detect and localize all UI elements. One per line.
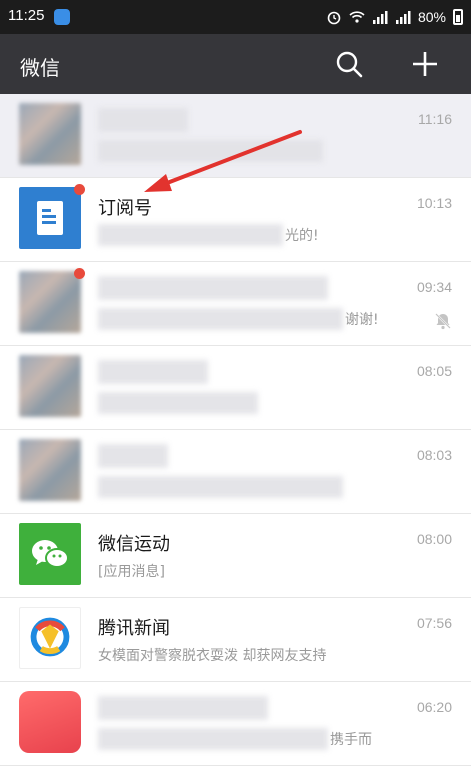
- chat-row[interactable]: 08:03: [0, 430, 471, 514]
- alarm-icon: [327, 11, 341, 25]
- chat-name: 微信运动: [98, 534, 170, 555]
- avatar: [19, 355, 81, 417]
- blurred-content: [98, 392, 258, 414]
- chat-time: 09:34: [416, 279, 452, 295]
- avatar: [19, 691, 81, 753]
- avatar: [19, 271, 81, 333]
- signal-4g-icon: [395, 11, 411, 24]
- blurred-content: [98, 308, 343, 330]
- chat-row[interactable]: 微信运动 [应用消息] 08:00: [0, 514, 471, 598]
- chat-time: 06:20: [416, 699, 452, 715]
- status-bar: 11:25 80%: [0, 0, 471, 34]
- avatar: [19, 103, 81, 165]
- chat-preview: 携手而: [330, 732, 372, 748]
- annotation-arrow: [144, 130, 302, 192]
- blurred-content: [98, 444, 168, 468]
- app-bar: 微信: [0, 34, 471, 94]
- chat-time: 08:05: [416, 363, 452, 379]
- blurred-content: [98, 224, 283, 246]
- status-time: 11:25: [8, 7, 45, 24]
- chat-name: 腾讯新闻: [98, 618, 170, 639]
- document-icon: [37, 201, 63, 235]
- chat-row[interactable]: 谢谢! 09:34: [0, 262, 471, 346]
- chat-preview: 光的!: [285, 228, 319, 244]
- wifi-icon: [349, 11, 365, 23]
- tencent-news-avatar: [19, 607, 81, 669]
- blurred-content: [98, 728, 328, 750]
- mute-icon: [435, 313, 451, 330]
- chat-row[interactable]: 08:05: [0, 346, 471, 430]
- chat-time: 10:13: [416, 195, 452, 211]
- wechat-bubbles-icon: [32, 540, 69, 568]
- plus-icon[interactable]: [411, 50, 439, 78]
- unread-dot: [74, 268, 85, 279]
- chat-preview: 谢谢!: [345, 312, 379, 328]
- blurred-content: [98, 360, 208, 384]
- battery-percent: 80%: [417, 9, 446, 25]
- chat-time: 08:03: [416, 447, 452, 463]
- app-title: 微信: [20, 56, 60, 80]
- chat-time: 07:56: [416, 615, 452, 631]
- unread-dot: [74, 184, 85, 195]
- chat-preview: [应用消息]: [98, 564, 165, 580]
- chat-row[interactable]: 腾讯新闻 女模面对警察脱衣耍泼 却获网友支持 07:56: [0, 598, 471, 682]
- subscription-avatar: [19, 187, 81, 249]
- notification-app-icon: [54, 9, 70, 25]
- battery-icon: [453, 9, 463, 25]
- chat-time: 11:16: [418, 111, 452, 127]
- chat-row[interactable]: 携手而 06:20: [0, 682, 471, 766]
- chat-preview: 女模面对警察脱衣耍泼 却获网友支持: [98, 648, 327, 664]
- search-icon[interactable]: [335, 50, 363, 78]
- chat-time: 08:00: [416, 531, 452, 547]
- blurred-content: [98, 476, 343, 498]
- signal-icon: [372, 11, 388, 24]
- wechat-sport-avatar: [19, 523, 81, 585]
- tencent-news-logo-icon: [30, 617, 70, 657]
- avatar: [19, 439, 81, 501]
- blurred-content: [98, 696, 268, 720]
- blurred-content: [98, 276, 328, 300]
- status-icons: 80%: [326, 7, 463, 27]
